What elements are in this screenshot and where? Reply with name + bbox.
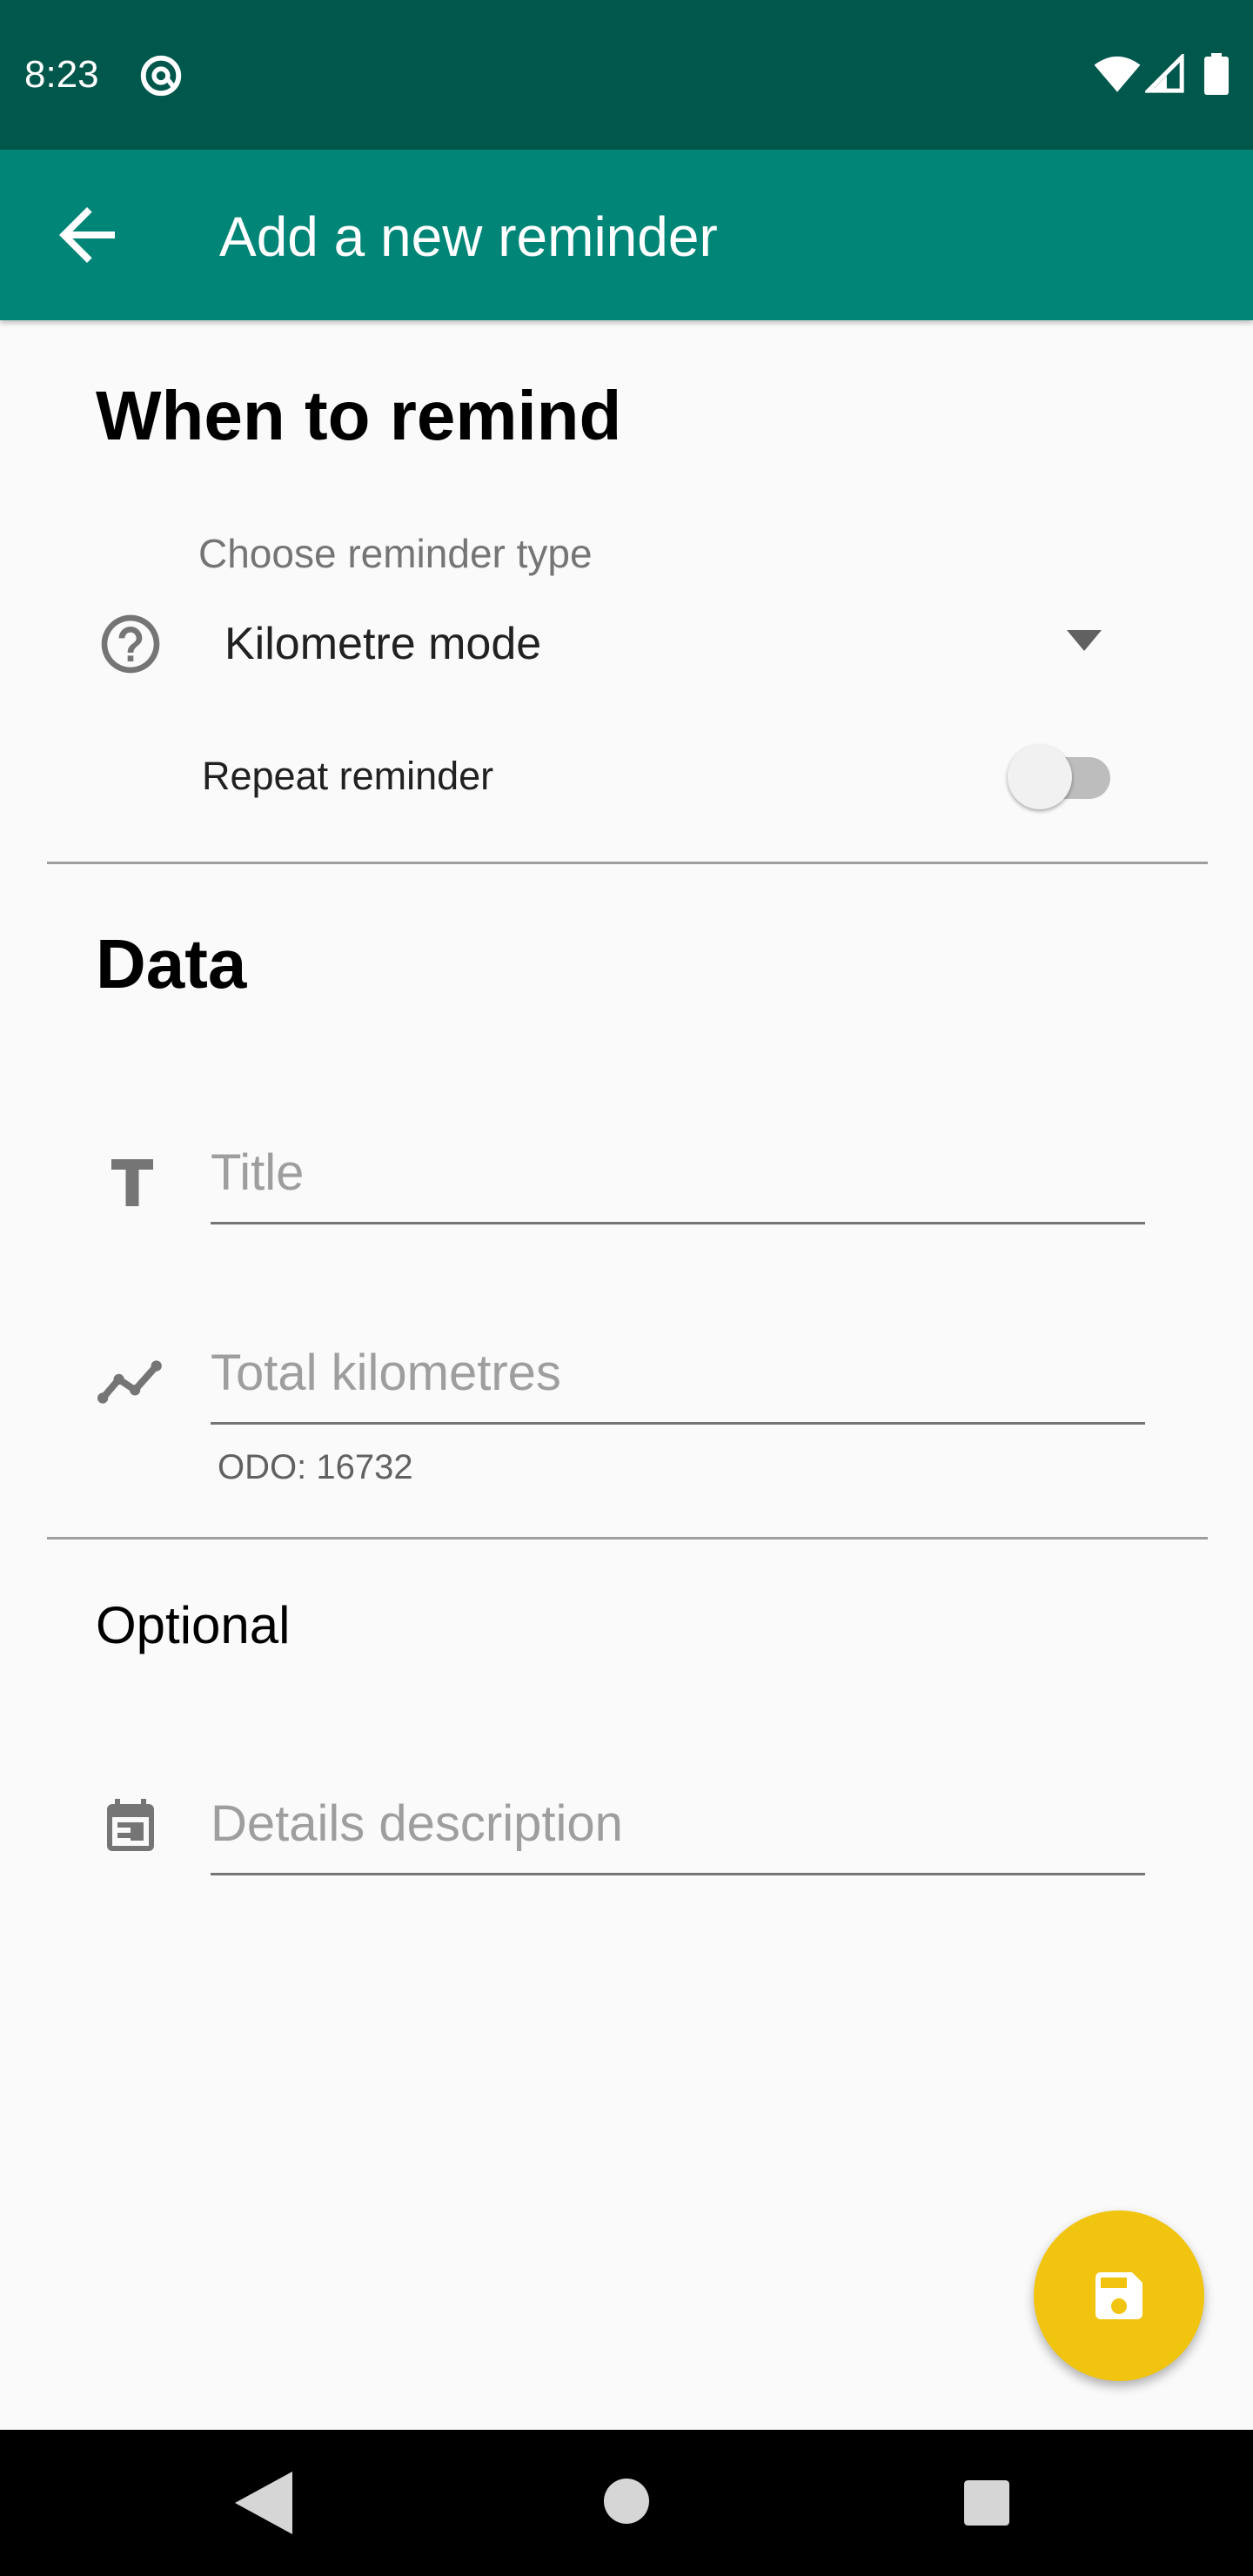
data-section-heading: Data xyxy=(96,925,247,1003)
signal-icon xyxy=(1145,54,1184,93)
calendar-icon xyxy=(107,1799,154,1851)
nav-back-icon[interactable] xyxy=(235,2472,292,2534)
status-bar xyxy=(0,0,1253,150)
switch-thumb[interactable] xyxy=(1008,745,1072,809)
status-time: 8:23 xyxy=(24,53,99,96)
when-section-heading: When to remind xyxy=(96,377,622,454)
page-title: Add a new reminder xyxy=(219,205,718,268)
repeat-reminder-label: Repeat reminder xyxy=(202,754,494,798)
reminder-type-value: Kilometre mode xyxy=(224,619,542,669)
details-description-input[interactable] xyxy=(211,1789,1145,1875)
at-sign-icon xyxy=(140,55,182,97)
trend-line-icon xyxy=(97,1360,162,1404)
reminder-type-select[interactable]: Kilometre mode xyxy=(200,600,1122,688)
nav-home-icon[interactable] xyxy=(604,2479,649,2524)
nav-recents-icon[interactable] xyxy=(964,2480,1009,2526)
help-circle-icon xyxy=(101,614,160,674)
odo-helper-text: ODO: 16732 xyxy=(218,1448,413,1486)
chevron-down-icon xyxy=(1067,630,1102,651)
total-kilometres-input[interactable] xyxy=(211,1338,1145,1425)
reminder-type-label: Choose reminder type xyxy=(198,531,593,576)
section-divider xyxy=(47,862,1208,864)
save-button[interactable] xyxy=(1034,2210,1204,2381)
arrow-left-icon xyxy=(59,207,115,263)
battery-icon xyxy=(1204,53,1229,95)
optional-section-heading: Optional xyxy=(96,1596,291,1654)
wifi-icon xyxy=(1094,56,1141,92)
back-button[interactable] xyxy=(45,193,129,277)
title-input[interactable] xyxy=(211,1138,1145,1224)
save-icon xyxy=(1096,2272,1142,2319)
text-icon xyxy=(111,1159,153,1206)
section-divider xyxy=(47,1537,1208,1540)
